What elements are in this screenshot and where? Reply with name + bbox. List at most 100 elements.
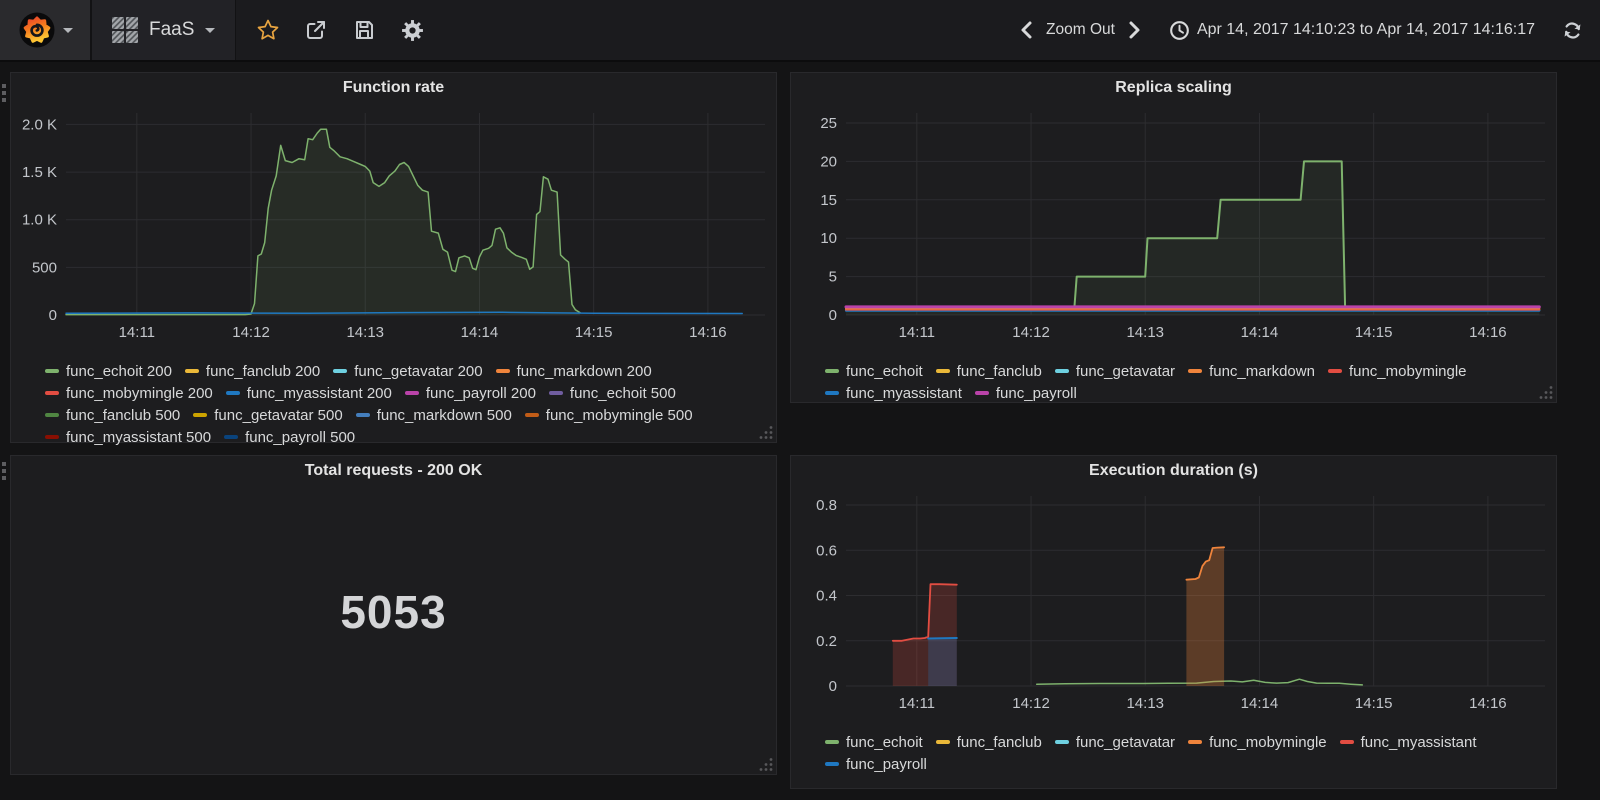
row-drag-handle[interactable]	[2, 84, 8, 102]
panel-execution-duration: Execution duration (s) 00.20.40.60.814:1…	[790, 455, 1557, 789]
legend-series-label: func_markdown	[1209, 363, 1315, 380]
legend-item[interactable]: func_mobymingle	[1188, 734, 1327, 751]
series-fill-func_mobymingle	[1186, 547, 1224, 686]
legend-item[interactable]: func_payroll 500	[224, 429, 355, 446]
replica-scaling-legend: func_echoitfunc_fanclubfunc_getavatarfun…	[791, 360, 1556, 404]
legend-item[interactable]: func_myassistant	[825, 385, 962, 402]
legend-series-label: func_echoit	[846, 734, 923, 751]
legend-series-label: func_myassistant 500	[66, 429, 211, 446]
x-axis-tick-label: 14:14	[461, 324, 499, 341]
y-axis-tick-label: 15	[820, 192, 837, 209]
legend-series-label: func_payroll	[846, 756, 927, 773]
dashboard-grid-icon	[112, 17, 138, 43]
x-axis-tick-label: 14:14	[1241, 324, 1279, 341]
legend-item[interactable]: func_echoit	[825, 363, 923, 380]
x-axis-tick-label: 14:12	[232, 324, 270, 341]
legend-item[interactable]: func_fanclub 200	[185, 363, 320, 380]
time-range-picker[interactable]: Apr 14, 2017 14:10:23 to Apr 14, 2017 14…	[1169, 20, 1535, 41]
x-axis-tick-label: 14:11	[899, 324, 935, 341]
total-requests-value: 5053	[340, 585, 446, 639]
share-icon	[304, 18, 328, 42]
legend-item[interactable]: func_mobymingle	[1328, 363, 1467, 380]
chevron-down-icon	[205, 28, 215, 33]
zoom-out-button[interactable]: Zoom Out	[1046, 21, 1115, 39]
panel-replica-scaling: Replica scaling 051015202514:1114:1214:1…	[790, 72, 1557, 403]
dashboard-settings-button[interactable]	[388, 0, 436, 60]
series-line-func_payroll[interactable]	[928, 638, 957, 639]
row-drag-handle[interactable]	[2, 462, 8, 480]
legend-series-label: func_echoit	[846, 363, 923, 380]
function-rate-legend: func_echoit 200 func_fanclub 200 func_geta…	[11, 360, 776, 448]
grafana-logo-icon	[18, 11, 56, 49]
panel-title[interactable]: Total requests - 200 OK	[11, 456, 776, 486]
legend-item[interactable]: func_myassistant 200	[226, 385, 392, 402]
legend-item[interactable]: func_echoit	[825, 734, 923, 751]
legend-series-label: func_mobymingle	[1349, 363, 1467, 380]
legend-item[interactable]: func_payroll	[975, 385, 1077, 402]
legend-item[interactable]: func_echoit 500	[549, 385, 676, 402]
legend-item[interactable]: func_markdown 200	[496, 363, 652, 380]
legend-item[interactable]: func_myassistant	[1340, 734, 1477, 751]
legend-series-label: func_fanclub 500	[66, 407, 180, 424]
legend-item[interactable]: func_getavatar	[1055, 734, 1175, 751]
legend-item[interactable]: func_payroll 200	[405, 385, 536, 402]
legend-item[interactable]: func_mobymingle 500	[525, 407, 693, 424]
share-dashboard-button[interactable]	[292, 0, 340, 60]
legend-item[interactable]: func_getavatar	[1055, 363, 1175, 380]
legend-series-color-chip	[1340, 740, 1354, 744]
y-axis-tick-label: 20	[820, 153, 837, 170]
replica-scaling-chart[interactable]: 051015202514:1114:1214:1314:1414:1514:16	[791, 103, 1553, 355]
panel-resize-grip[interactable]	[759, 757, 773, 771]
x-axis-tick-label: 14:13	[1126, 324, 1164, 341]
legend-item[interactable]: func_payroll	[825, 756, 927, 773]
star-dashboard-button[interactable]	[244, 0, 292, 60]
legend-item[interactable]: func_getavatar 200	[333, 363, 482, 380]
legend-series-color-chip	[1055, 740, 1069, 744]
legend-series-label: func_myassistant	[846, 385, 962, 402]
panel-resize-grip[interactable]	[759, 425, 773, 439]
grafana-menu-button[interactable]	[0, 0, 91, 60]
series-fill-func_payroll	[928, 638, 957, 686]
legend-item[interactable]: func_mobymingle 200	[45, 385, 213, 402]
legend-series-color-chip	[45, 435, 59, 439]
panel-title[interactable]: Replica scaling	[791, 73, 1556, 103]
time-shift-forward-button[interactable]	[1125, 20, 1143, 40]
legend-item[interactable]: func_getavatar 500	[193, 407, 342, 424]
legend-series-color-chip	[45, 391, 59, 395]
clock-icon	[1169, 20, 1190, 41]
legend-item[interactable]: func_fanclub	[936, 734, 1042, 751]
y-axis-tick-label: 0.4	[816, 588, 837, 605]
refresh-button[interactable]	[1561, 19, 1584, 42]
panel-title[interactable]: Execution duration (s)	[791, 456, 1556, 486]
star-icon	[256, 18, 280, 42]
execution-duration-legend: func_echoitfunc_fanclubfunc_getavatarfun…	[791, 731, 1556, 775]
legend-item[interactable]: func_myassistant 500	[45, 429, 211, 446]
legend-series-label: func_payroll 200	[426, 385, 536, 402]
legend-item[interactable]: func_fanclub	[936, 363, 1042, 380]
series-line-func_myassistant 200[interactable]	[66, 312, 742, 313]
function-rate-chart[interactable]: 05001.0 K1.5 K2.0 K14:1114:1214:1314:141…	[11, 103, 773, 355]
panel-function-rate: Function rate 05001.0 K1.5 K2.0 K14:1114…	[10, 72, 777, 443]
chevron-down-icon	[63, 28, 73, 33]
execution-duration-chart[interactable]: 00.20.40.60.814:1114:1214:1314:1414:1514…	[791, 486, 1553, 726]
legend-item[interactable]: func_markdown 500	[356, 407, 512, 424]
save-dashboard-button[interactable]	[340, 0, 388, 60]
legend-series-label: func_fanclub 200	[206, 363, 320, 380]
legend-series-color-chip	[975, 391, 989, 395]
dashboard-picker[interactable]: FaaS	[91, 0, 236, 60]
legend-item[interactable]: func_echoit 200	[45, 363, 172, 380]
panel-resize-grip[interactable]	[1539, 385, 1553, 399]
legend-series-label: func_mobymingle 500	[546, 407, 693, 424]
legend-series-color-chip	[825, 762, 839, 766]
time-shift-back-button[interactable]	[1018, 20, 1036, 40]
legend-series-label: func_myassistant	[1361, 734, 1477, 751]
legend-series-color-chip	[825, 369, 839, 373]
legend-series-label: func_markdown 200	[517, 363, 652, 380]
legend-series-color-chip	[45, 369, 59, 373]
panel-title[interactable]: Function rate	[11, 73, 776, 103]
legend-series-color-chip	[825, 391, 839, 395]
x-axis-tick-label: 14:15	[575, 324, 613, 341]
legend-item[interactable]: func_markdown	[1188, 363, 1315, 380]
legend-item[interactable]: func_fanclub 500	[45, 407, 180, 424]
y-axis-tick-label: 0.8	[816, 497, 837, 514]
